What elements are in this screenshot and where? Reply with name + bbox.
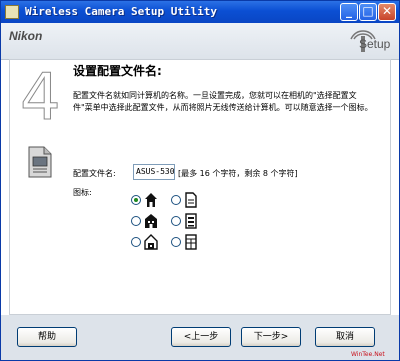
next-button[interactable]: 下一步>	[241, 327, 301, 347]
step-heading: 设置配置文件名:	[73, 64, 162, 78]
wizard-button-bar: 帮助 <上一步 下一步> 取消	[1, 315, 399, 360]
icon-option-radio-6[interactable]	[171, 237, 181, 247]
title-bar[interactable]: Wireless Camera Setup Utility _ □ ✕	[1, 1, 399, 23]
setup-window: Wireless Camera Setup Utility _ □ ✕ Niko…	[0, 0, 400, 361]
document-icon	[185, 192, 197, 208]
house-icon	[145, 193, 157, 207]
icon-label: 图标:	[73, 188, 92, 197]
profile-name-hint: [最多 16 个字符，剩余 8 个字符]	[178, 169, 298, 178]
list-document-icon	[185, 213, 197, 229]
wizard-content: 4 设置配置文件名: 配置文件名就如同计算机的名称。一旦设置完成，您就可以在相机…	[9, 59, 391, 315]
maximize-button[interactable]: □	[359, 3, 377, 21]
grid-document-icon	[185, 234, 197, 250]
cancel-button[interactable]: 取消	[315, 327, 375, 347]
window-title: Wireless Camera Setup Utility	[25, 5, 218, 18]
wizard-header: Nikon Setup	[1, 23, 399, 60]
profile-name-label: 配置文件名:	[73, 169, 116, 178]
minimize-button[interactable]: _	[340, 3, 358, 21]
icon-option-radio-4[interactable]	[171, 216, 181, 226]
icon-option-radio-5[interactable]	[131, 237, 141, 247]
back-button[interactable]: <上一步	[171, 327, 231, 347]
icon-option-radio-1[interactable]	[131, 195, 141, 205]
profile-document-icon	[28, 146, 52, 178]
profile-name-input[interactable]: ASUS-530	[133, 164, 175, 180]
nikon-logo: Nikon	[9, 29, 43, 43]
watermark: WinTee.Net	[351, 351, 385, 358]
app-icon	[5, 5, 19, 19]
setup-logo-text: Setup	[359, 37, 391, 51]
office-building-icon	[145, 214, 157, 228]
close-button[interactable]: ✕	[378, 3, 396, 21]
icon-option-radio-3[interactable]	[131, 216, 141, 226]
icon-option-radio-2[interactable]	[171, 195, 181, 205]
help-button[interactable]: 帮助	[17, 327, 77, 347]
step-number: 4	[20, 61, 62, 136]
step-description: 配置文件名就如同计算机的名称。一旦设置完成，您就可以在相机的"选择配置文件"菜单…	[73, 91, 373, 112]
home-office-icon	[144, 234, 158, 250]
